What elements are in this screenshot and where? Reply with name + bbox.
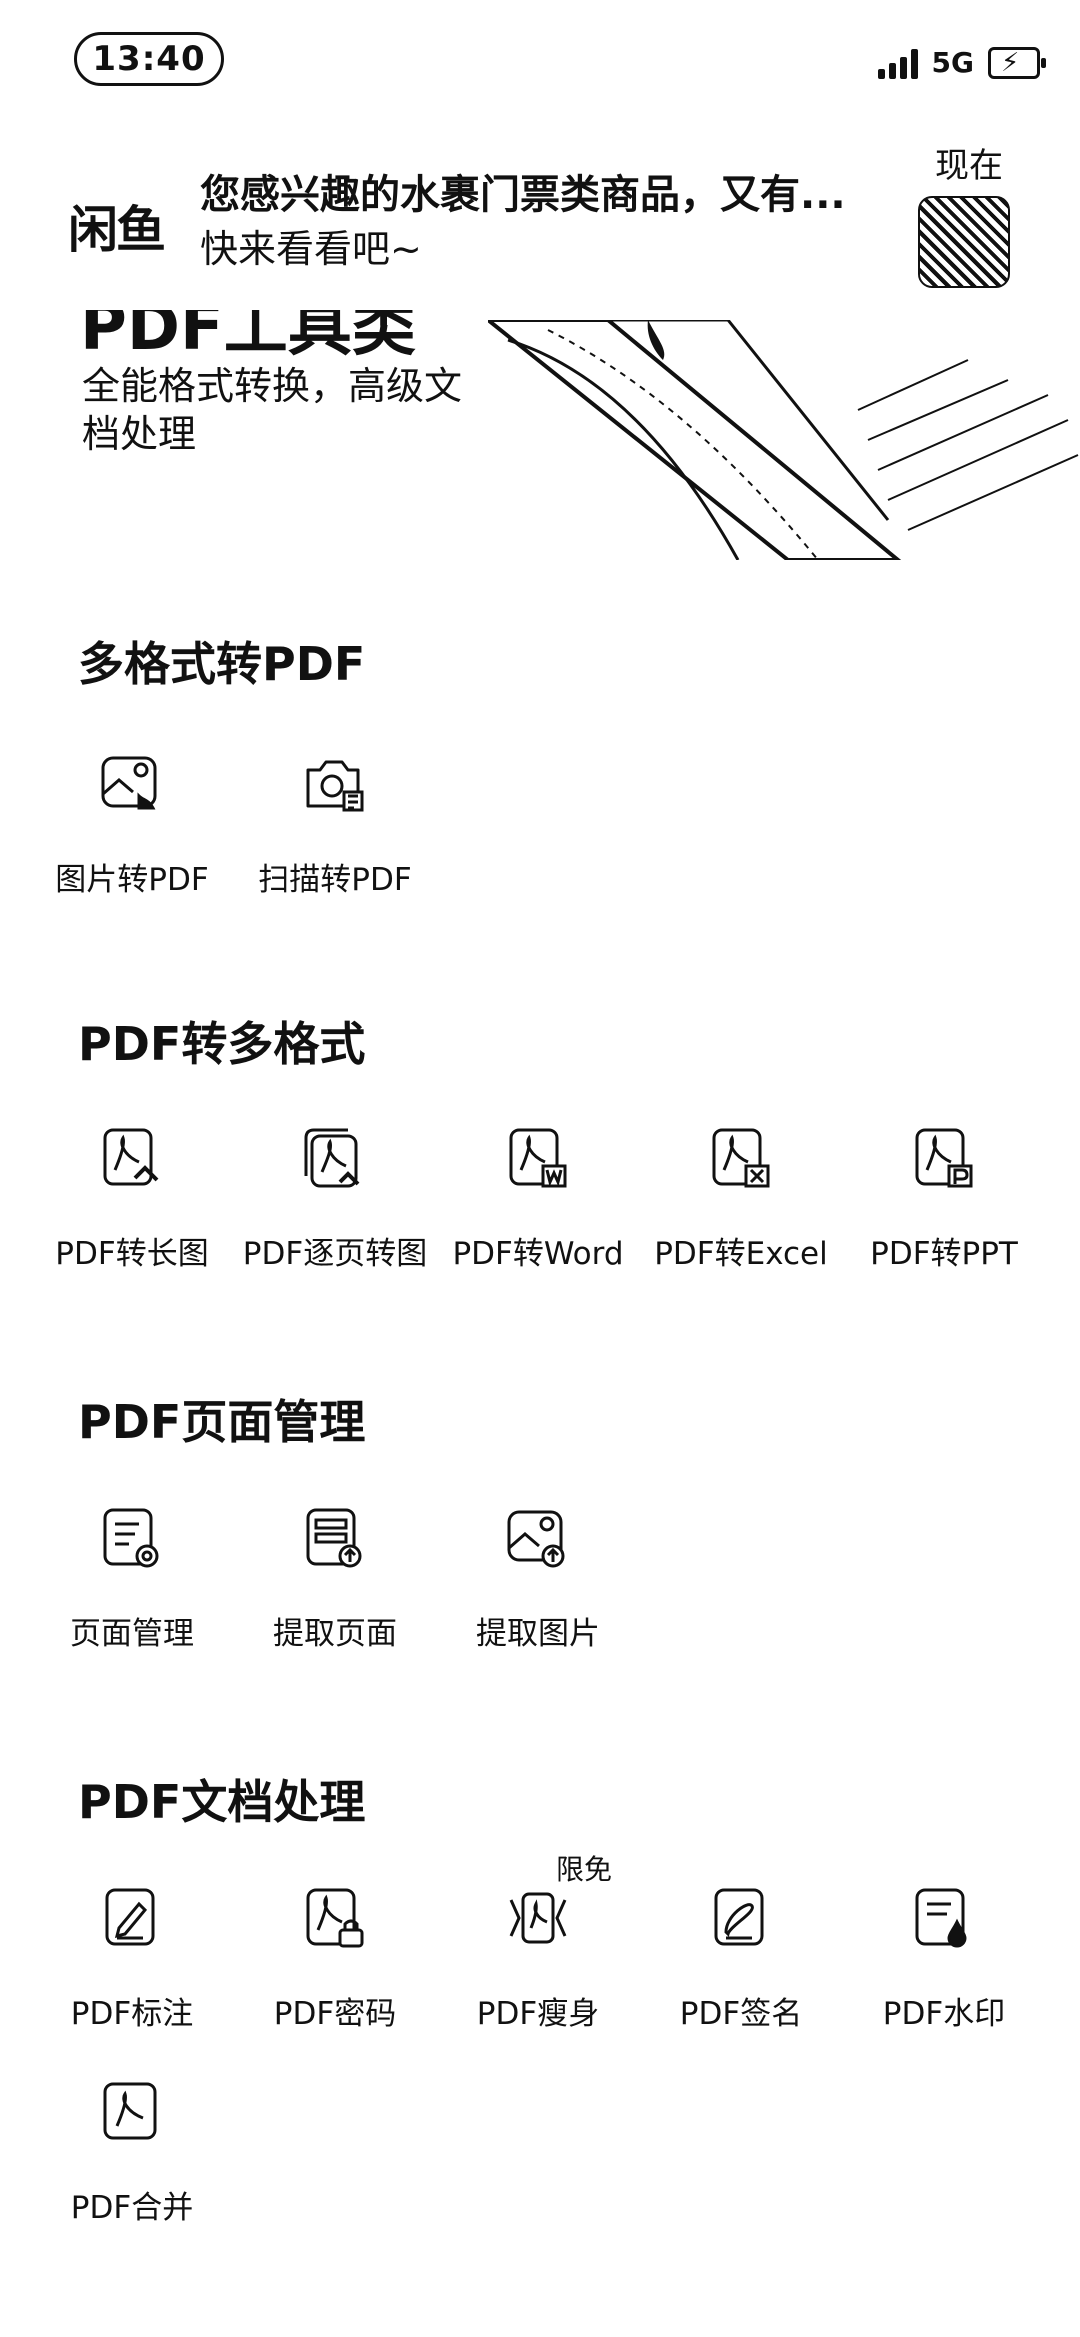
tool-label: 页面管理	[70, 1616, 194, 1652]
tool-pdf-pages-to-images[interactable]: PDF逐页转图	[235, 1126, 435, 1273]
network-type: 5G	[931, 46, 974, 79]
tool-label: 扫描转PDF	[258, 862, 412, 898]
tool-pdf-merge[interactable]: PDF合并	[32, 2080, 232, 2227]
tool-label: PDF转长图	[55, 1236, 209, 1272]
tool-page-manage[interactable]: 页面管理	[32, 1506, 232, 1653]
page-manage-icon	[103, 1508, 159, 1568]
status-time: 13:40	[74, 32, 224, 86]
notification-title: 您感兴趣的水裹门票类商品，又有...	[200, 172, 846, 218]
tool-pdf-to-long-image[interactable]: PDF转长图	[32, 1126, 232, 1273]
tool-extract-images[interactable]: 提取图片	[438, 1506, 638, 1653]
tool-label: PDF标注	[70, 1996, 194, 2032]
banner-description: 全能格式转换，高级文档处理	[82, 364, 463, 456]
notification-banner[interactable]: 闲鱼 您感兴趣的水裹门票类商品，又有... 快来看看吧~ 现在	[0, 120, 1080, 310]
pdf-to-excel-icon	[712, 1128, 770, 1188]
tool-label: PDF水印	[882, 1996, 1006, 2032]
pdf-watermark-icon	[915, 1888, 967, 1948]
section-title-to-pdf: 多格式转PDF	[78, 637, 366, 691]
notification-app-logo: 闲鱼	[68, 201, 166, 259]
tool-image-to-pdf[interactable]: 图片转PDF	[32, 752, 232, 899]
section-title-from-pdf: PDF转多格式	[78, 1017, 366, 1071]
tool-scan-to-pdf[interactable]: 扫描转PDF	[235, 752, 435, 899]
banner-title: PDF工具类	[80, 310, 416, 365]
tool-pdf-watermark[interactable]: PDF水印	[844, 1886, 1044, 2033]
pdf-password-icon	[306, 1888, 364, 1948]
free-badge: 限免	[556, 1853, 613, 1886]
promo-banner[interactable]: PDF工具类 全能格式转换，高级文档处理	[0, 310, 1080, 560]
extract-images-icon	[507, 1510, 565, 1568]
status-icons: 5G ⚡	[877, 46, 1046, 79]
tool-label: PDF转Excel	[654, 1236, 828, 1272]
pdf-merge-icon	[103, 2082, 157, 2140]
extract-pages-icon	[306, 1508, 362, 1568]
tool-pdf-password[interactable]: PDF密码	[235, 1886, 435, 2033]
pdf-to-word-icon	[509, 1128, 567, 1188]
pdf-annotate-icon	[105, 1888, 155, 1946]
battery-charging-icon: ⚡	[988, 46, 1046, 79]
section-title-page-management: PDF页面管理	[78, 1395, 366, 1449]
tool-pdf-to-excel[interactable]: PDF转Excel	[641, 1126, 841, 1273]
tool-label: PDF转Word	[452, 1236, 624, 1272]
notification-body: 快来看看吧~	[200, 227, 422, 271]
pdf-sign-icon	[714, 1888, 764, 1946]
tool-label: PDF密码	[273, 1996, 397, 2032]
pdf-compress-icon	[509, 1892, 567, 1944]
tool-extract-pages[interactable]: 提取页面	[235, 1506, 435, 1653]
tool-pdf-annotate[interactable]: PDF标注	[32, 1886, 232, 2033]
tool-label: PDF合并	[70, 2190, 194, 2226]
pdf-pages-to-images-icon	[304, 1128, 360, 1188]
banner-illustration	[488, 320, 1079, 560]
pdf-to-ppt-icon	[915, 1128, 973, 1188]
tool-pdf-compress[interactable]: 限免 PDF瘦身	[438, 1853, 638, 2033]
notification-thumbnail	[918, 196, 1010, 288]
pdf-to-long-image-icon	[103, 1128, 159, 1186]
tool-label: 提取图片	[476, 1616, 600, 1652]
scan-to-pdf-icon	[306, 760, 364, 812]
section-title-document-processing: PDF文档处理	[78, 1775, 366, 1829]
tool-label: PDF逐页转图	[242, 1236, 428, 1272]
tool-label: PDF转PPT	[870, 1236, 1018, 1272]
tool-label: 图片转PDF	[55, 862, 209, 898]
status-bar: 13:40 5G ⚡	[0, 0, 1080, 120]
tool-pdf-to-ppt[interactable]: PDF转PPT	[844, 1126, 1044, 1273]
tool-pdf-to-word[interactable]: PDF转Word	[438, 1126, 638, 1273]
tool-label: 提取页面	[273, 1616, 397, 1652]
signal-icon	[877, 47, 918, 79]
tool-label: PDF签名	[679, 1996, 803, 2032]
tool-label: PDF瘦身	[476, 1996, 600, 2032]
image-to-pdf-icon	[101, 756, 157, 810]
notification-time: 现在	[935, 146, 1003, 186]
tool-pdf-sign[interactable]: PDF签名	[641, 1886, 841, 2033]
